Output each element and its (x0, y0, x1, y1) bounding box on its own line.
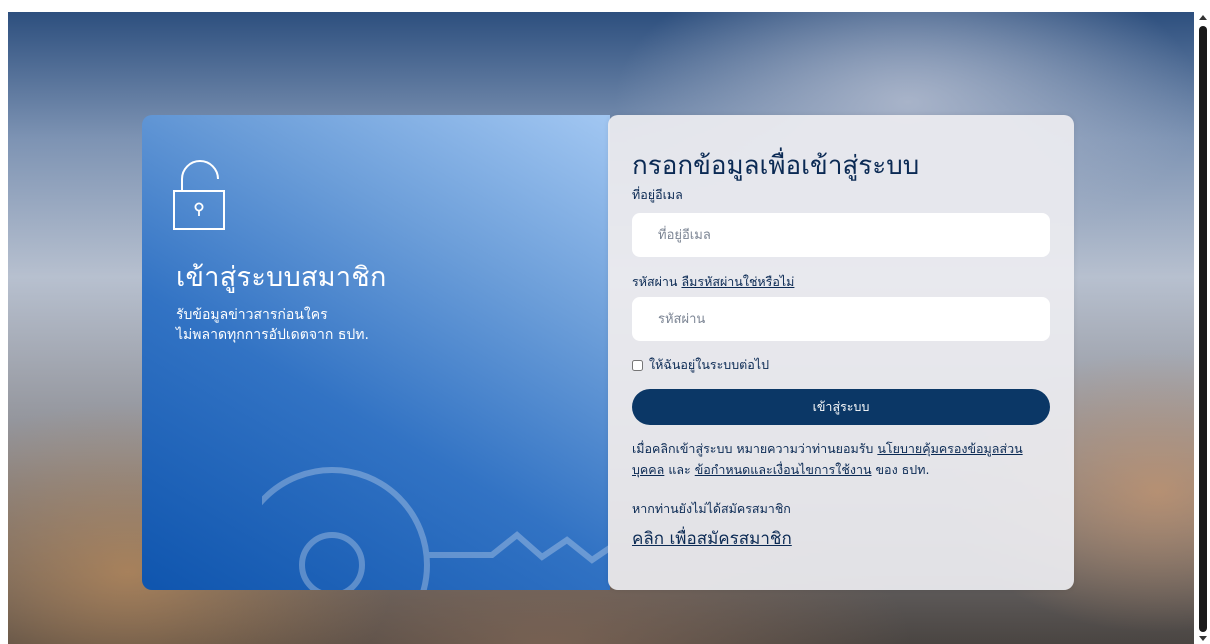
page-viewport: เข้าสู่ระบบสมาชิก รับข้อมูลข่าวสารก่อนใค… (8, 12, 1194, 644)
register-link[interactable]: คลิก เพื่อสมัครสมาชิก (632, 525, 792, 552)
password-label-row: รหัสผ่าน ลืมรหัสผ่านใช่หรือไม่ (632, 272, 794, 292)
terms-link[interactable]: ข้อกำหนดและเงื่อนไขการใช้งาน (695, 462, 872, 477)
password-input[interactable] (632, 297, 1050, 341)
no-account-text: หากท่านยังไม่ได้สมัครสมาชิก (632, 501, 791, 516)
login-form-panel: กรอกข้อมูลเพื่อเข้าสู่ระบบ ที่อยู่อีเมล … (608, 115, 1074, 590)
remember-me[interactable]: ให้ฉันอยู่ในระบบต่อไป (632, 355, 769, 375)
consent-and: และ (668, 462, 691, 477)
remember-me-label: ให้ฉันอยู่ในระบบต่อไป (649, 357, 770, 372)
login-button[interactable]: เข้าสู่ระบบ (632, 389, 1050, 425)
consent-suffix: ของ ธปท. (875, 462, 930, 477)
remember-me-checkbox[interactable] (632, 359, 643, 371)
forgot-password-link[interactable]: ลืมรหัสผ่านใช่หรือไม่ (681, 274, 794, 289)
key-icon (262, 467, 610, 590)
password-label: รหัสผ่าน (632, 274, 678, 289)
consent-prefix: เมื่อคลิกเข้าสู่ระบบ หมายความว่าท่านยอมร… (632, 441, 874, 456)
page-scrollbar[interactable] (1196, 12, 1210, 644)
scrollbar-thumb[interactable] (1199, 26, 1207, 632)
scroll-up-icon[interactable] (1199, 15, 1207, 20)
member-login-description: รับข้อมูลข่าวสารก่อนใคร ไม่พลาดทุกการอัป… (176, 305, 369, 345)
description-line-1: รับข้อมูลข่าวสารก่อนใคร (176, 307, 328, 323)
login-form-title: กรอกข้อมูลเพื่อเข้าสู่ระบบ (632, 151, 920, 181)
member-login-panel: เข้าสู่ระบบสมาชิก รับข้อมูลข่าวสารก่อนใค… (142, 115, 610, 590)
email-input[interactable] (632, 213, 1050, 257)
email-label: ที่อยู่อีเมล (632, 187, 683, 202)
scroll-down-icon[interactable] (1199, 636, 1207, 641)
description-line-2: ไม่พลาดทุกการอัปเดตจาก ธปท. (176, 327, 369, 343)
lock-icon (173, 160, 225, 230)
consent-text: เมื่อคลิกเข้าสู่ระบบ หมายความว่าท่านยอมร… (632, 438, 1052, 480)
member-login-title: เข้าสู่ระบบสมาชิก (176, 262, 387, 293)
